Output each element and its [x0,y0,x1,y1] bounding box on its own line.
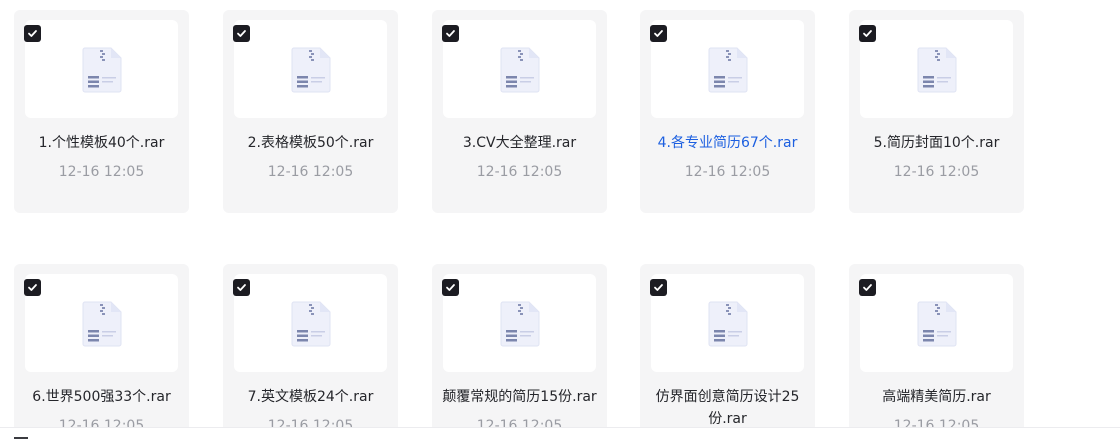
file-card[interactable]: 2.表格模板50个.rar 12-16 12:05 [223,10,398,213]
file-date: 12-16 12:05 [893,164,980,180]
file-date: 12-16 12:05 [684,164,771,180]
file-thumbnail[interactable] [860,20,1013,118]
zip-archive-icon [291,301,331,347]
file-name[interactable]: 7.英文模板24个.rar [231,386,390,408]
file-checkbox[interactable] [650,279,667,296]
zip-archive-icon [708,301,748,347]
file-card[interactable]: 颠覆常规的简历15份.rar 12-16 12:05 [432,264,607,445]
file-card[interactable]: 4.各专业简历67个.rar 12-16 12:05 [640,10,815,213]
file-name[interactable]: 1.个性模板40个.rar [22,132,181,154]
file-checkbox[interactable] [859,25,876,42]
file-name[interactable]: 颠覆常规的简历15份.rar [440,386,599,408]
zip-archive-icon [291,47,331,93]
file-card[interactable]: 3.CV大全整理.rar 12-16 12:05 [432,10,607,213]
checkmark-icon [28,30,37,37]
file-name[interactable]: 3.CV大全整理.rar [440,132,599,154]
file-checkbox[interactable] [233,25,250,42]
file-thumbnail[interactable] [651,20,804,118]
file-thumbnail[interactable] [443,20,596,118]
bottom-bar [0,427,1120,445]
file-checkbox[interactable] [233,279,250,296]
file-date: 12-16 12:05 [476,164,563,180]
menu-icon[interactable] [14,437,28,439]
file-thumbnail[interactable] [25,274,178,372]
checkmark-icon [863,30,872,37]
zip-archive-icon [708,47,748,93]
file-thumbnail[interactable] [860,274,1013,372]
checkmark-icon [654,30,663,37]
file-checkbox[interactable] [859,279,876,296]
zip-archive-icon [917,47,957,93]
file-name[interactable]: 高端精美简历.rar [857,386,1016,408]
file-card[interactable]: 6.世界500强33个.rar 12-16 12:05 [14,264,189,445]
zip-archive-icon [82,47,122,93]
file-grid-viewport: 1.个性模板40个.rar 12-16 12:05 2.表格模板50个.rar … [0,0,1120,445]
file-checkbox[interactable] [650,25,667,42]
zip-archive-icon [917,301,957,347]
checkmark-icon [446,30,455,37]
file-date: 12-16 12:05 [267,164,354,180]
file-date: 12-16 12:05 [58,164,145,180]
checkmark-icon [28,284,37,291]
checkmark-icon [446,284,455,291]
checkmark-icon [237,30,246,37]
file-name[interactable]: 2.表格模板50个.rar [231,132,390,154]
file-checkbox[interactable] [24,25,41,42]
file-thumbnail[interactable] [651,274,804,372]
zip-archive-icon [500,301,540,347]
file-checkbox[interactable] [24,279,41,296]
checkmark-icon [654,284,663,291]
file-thumbnail[interactable] [25,20,178,118]
file-card[interactable]: 仿界面创意简历设计25份.rar 12-16 12:05 [640,264,815,445]
file-card[interactable]: 1.个性模板40个.rar 12-16 12:05 [14,10,189,213]
file-card[interactable]: 高端精美简历.rar 12-16 12:05 [849,264,1024,445]
file-thumbnail[interactable] [234,274,387,372]
file-thumbnail[interactable] [234,20,387,118]
file-checkbox[interactable] [442,25,459,42]
file-name[interactable]: 6.世界500强33个.rar [22,386,181,408]
file-card[interactable]: 5.简历封面10个.rar 12-16 12:05 [849,10,1024,213]
checkmark-icon [863,284,872,291]
file-thumbnail[interactable] [443,274,596,372]
file-name[interactable]: 5.简历封面10个.rar [857,132,1016,154]
file-name[interactable]: 4.各专业简历67个.rar [648,132,807,154]
file-checkbox[interactable] [442,279,459,296]
checkmark-icon [237,284,246,291]
zip-archive-icon [500,47,540,93]
zip-archive-icon [82,301,122,347]
file-card[interactable]: 7.英文模板24个.rar 12-16 12:05 [223,264,398,445]
file-name[interactable]: 仿界面创意简历设计25份.rar [648,386,807,430]
